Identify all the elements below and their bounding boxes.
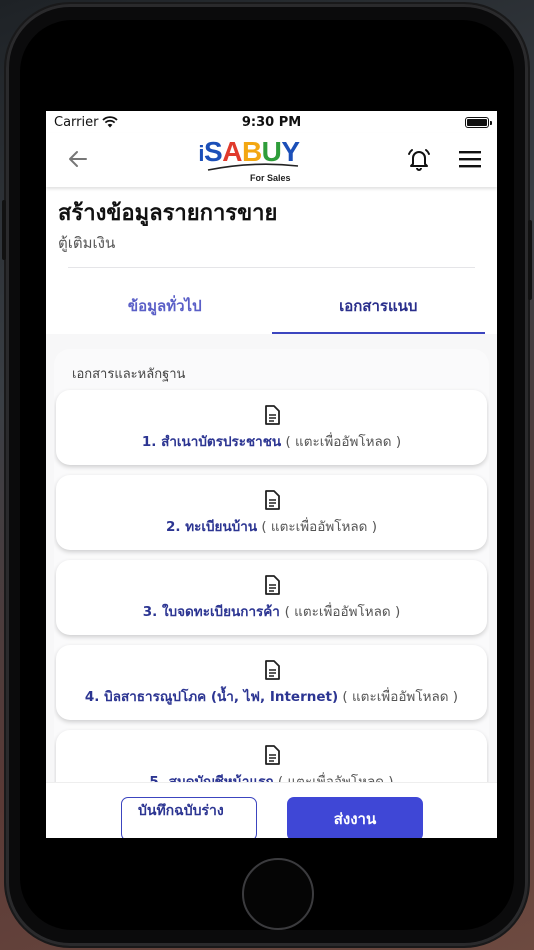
arrow-left-icon[interactable] [66,147,90,171]
home-button[interactable] [242,858,314,930]
submit-button[interactable]: ส่งงาน [287,797,423,838]
save-draft-button[interactable]: บันทึกฉบับร่าง [121,797,257,838]
bell-icon[interactable] [406,147,432,173]
document-label: 2. ทะเบียนบ้าน ( แตะเพื่ออัพโหลด ) [166,518,377,536]
upload-hint: ( แตะเพื่ออัพโหลด ) [257,518,378,535]
document-upload-card[interactable]: 2. ทะเบียนบ้าน ( แตะเพื่ออัพโหลด ) [56,475,487,550]
isabuy-logo: iSABUY For Sales [194,135,304,185]
logo-subtitle: For Sales [250,173,291,183]
app-header: iSABUY For Sales [46,133,497,187]
page-title: สร้างข้อมูลรายการขาย [58,201,278,226]
upload-hint: ( แตะเพื่ออัพโหลด ) [284,603,401,620]
document-list: 1. สำเนาบัตรประชาชน ( แตะเพื่ออัพโหลด ) 2… [54,390,489,799]
document-upload-card[interactable]: 4. บิลสาธารณูปโภค (น้ำ, ไฟ, Internet) ( … [56,645,487,720]
tab-bar: ข้อมูลทั่วไป เอกสารแนบ [58,278,485,334]
document-name: 4. บิลสาธารณูปโภค (น้ำ, ไฟ, Internet) [84,688,339,705]
bottom-action-bar: บันทึกฉบับร่าง ส่งงาน [46,782,497,838]
upload-hint: ( แตะเพื่ออัพโหลด ) [281,433,402,450]
document-upload-card[interactable]: 1. สำเนาบัตรประชาชน ( แตะเพื่ออัพโหลด ) [56,390,487,465]
tab-attachments[interactable]: เอกสารแนบ [271,278,485,334]
document-name: 2. ทะเบียนบ้าน [165,518,258,535]
status-bar: Carrier 9:30 PM [46,111,497,133]
document-label: 1. สำเนาบัตรประชาชน ( แตะเพื่ออัพโหลด ) [142,433,401,451]
volume-button [2,200,6,260]
hamburger-menu-icon[interactable] [459,149,481,169]
main-content: สร้างข้อมูลรายการขาย ตู้เติมเงิน ข้อมูลท… [46,187,497,334]
page-subtitle: ตู้เติมเงิน [58,234,116,252]
section-label: เอกสารและหลักฐาน [72,367,186,382]
document-label: 4. บิลสาธารณูปโภค (น้ำ, ไฟ, Internet) ( … [85,688,458,706]
wifi-icon [102,116,119,128]
document-icon [264,744,280,765]
power-button [528,220,532,300]
document-name: 3. ใบจดทะเบียนการค้า [142,603,285,620]
documents-panel: เอกสารและหลักฐาน 1. สำเนาบัตรประชาชน ( แ… [54,349,489,799]
document-icon [264,489,280,510]
divider [68,267,475,268]
tab-general-info[interactable]: ข้อมูลทั่วไป [58,278,272,334]
document-upload-card[interactable]: 3. ใบจดทะเบียนการค้า ( แตะเพื่ออัพโหลด ) [56,560,487,635]
logo-swoosh [207,163,299,171]
document-icon [264,659,280,680]
document-label: 3. ใบจดทะเบียนการค้า ( แตะเพื่ออัพโหลด ) [143,603,401,621]
document-icon [264,404,280,425]
document-name: 1. สำเนาบัตรประชาชน [141,433,282,450]
document-icon [264,574,280,595]
battery-icon [465,117,492,128]
carrier-label: Carrier [54,114,99,130]
upload-hint: ( แตะเพื่ออัพโหลด ) [338,688,459,705]
app-screen: Carrier 9:30 PM iSABUY For Sales สร้างข้… [46,111,497,838]
